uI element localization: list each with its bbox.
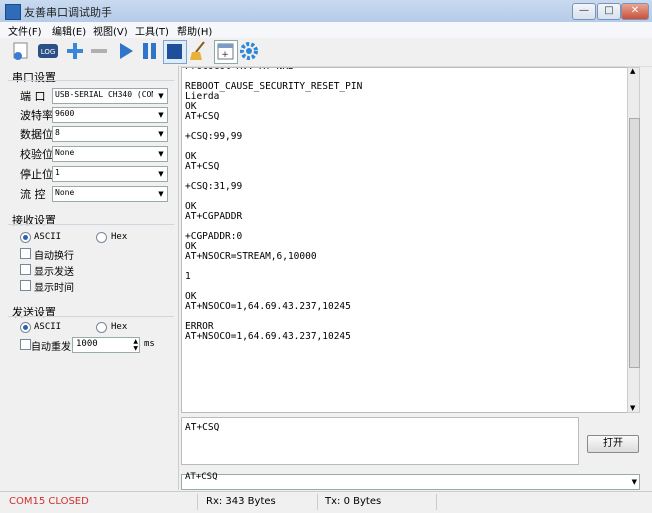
receive-text: Protocol A.: AT-NRB REBOOT_CAUSE_SECURIT…	[185, 68, 363, 342]
resend-unit-label: ms	[144, 339, 155, 349]
window-title: 友善串口调试助手	[24, 6, 112, 19]
show-send-checkbox[interactable]	[20, 264, 31, 275]
parity-select[interactable]: None ▼	[52, 146, 168, 162]
flow-label: 流 控	[20, 188, 46, 201]
play-icon[interactable]	[115, 40, 137, 62]
open-port-button[interactable]: 打开	[587, 435, 639, 453]
close-button[interactable]: ✕	[621, 3, 649, 20]
chevron-down-icon: ▼	[158, 130, 164, 138]
port-label: 端 口	[20, 90, 46, 103]
send-settings-title: 发送设置	[12, 306, 56, 319]
show-time-label: 显示时间	[34, 283, 74, 294]
chevron-down-icon: ▼	[631, 478, 637, 486]
log-icon[interactable]: LOG	[37, 40, 59, 62]
send-hex-label: Hex	[111, 322, 128, 332]
menu-edit[interactable]: 编辑(E)	[52, 23, 86, 38]
baud-value: 9600	[55, 109, 75, 118]
send-text: AT+CSQ	[185, 422, 220, 433]
maximize-button[interactable]: □	[597, 3, 621, 20]
baud-select[interactable]: 9600 ▼	[52, 107, 168, 123]
pause-icon[interactable]	[139, 40, 161, 62]
resend-interval-input[interactable]: 1000 ▲ ▼	[72, 337, 140, 353]
receive-ascii-label: ASCII	[34, 232, 62, 242]
auto-resend-label: 自动重发	[31, 342, 71, 353]
minimize-button[interactable]: —	[572, 3, 596, 20]
new-window-icon[interactable]: +	[214, 40, 238, 64]
receive-ascii-radio[interactable]	[20, 232, 31, 243]
chevron-down-icon: ▼	[158, 190, 164, 198]
rx-count: Rx: 343 Bytes	[206, 496, 276, 507]
send-hex-radio[interactable]	[96, 322, 107, 333]
send-ascii-radio[interactable]	[20, 322, 31, 333]
send-settings-divider	[8, 316, 174, 317]
menu-bar: 文件(F) 编辑(E) 视图(V) 工具(T) 帮助(H)	[0, 22, 652, 38]
serial-settings-divider	[8, 80, 174, 81]
receive-textarea[interactable]: Protocol A.: AT-NRB REBOOT_CAUSE_SECURIT…	[181, 67, 629, 413]
scroll-thumb[interactable]	[629, 118, 640, 368]
receive-settings-title: 接收设置	[12, 214, 56, 227]
command-history-select[interactable]: AT+CSQ ▼	[181, 472, 640, 490]
port-value: USB-SERIAL CH340 (COM15	[55, 90, 153, 99]
flow-value: None	[55, 188, 75, 197]
stop-icon[interactable]	[163, 40, 187, 64]
command-history-value: AT+CSQ	[185, 472, 218, 482]
receive-settings-divider	[8, 224, 174, 225]
menu-view[interactable]: 视图(V)	[93, 23, 128, 38]
port-status: COM15 CLOSED	[9, 496, 89, 507]
stopbits-label: 停止位	[20, 168, 53, 181]
tx-count: Tx: 0 Bytes	[325, 496, 382, 507]
app-icon	[5, 4, 21, 20]
chevron-down-icon: ▼	[158, 170, 164, 178]
stopbits-select[interactable]: 1 ▼	[52, 166, 168, 182]
chevron-down-icon: ▼	[158, 150, 164, 158]
baud-label: 波特率	[20, 109, 53, 122]
flow-select[interactable]: None ▼	[52, 186, 168, 202]
port-select[interactable]: USB-SERIAL CH340 (COM15 ▼	[52, 88, 168, 104]
serial-settings-title: 串口设置	[12, 71, 56, 84]
stopbits-value: 1	[55, 168, 60, 177]
clear-broom-icon[interactable]	[188, 40, 210, 62]
scroll-up-icon[interactable]: ▲	[630, 67, 635, 75]
auto-newline-checkbox[interactable]	[20, 248, 31, 259]
open-settings-icon[interactable]	[10, 40, 32, 62]
receive-scrollbar[interactable]: ▲ ▼	[627, 67, 640, 413]
toolbar: LOG +	[0, 38, 652, 67]
receive-hex-label: Hex	[111, 232, 128, 242]
databits-label: 数据位	[20, 128, 53, 141]
chevron-down-icon: ▼	[158, 92, 164, 100]
spin-arrows-icon[interactable]: ▲ ▼	[133, 338, 138, 352]
title-bar: 友善串口调试助手 — □ ✕	[0, 0, 652, 23]
scroll-down-icon[interactable]: ▼	[630, 404, 635, 412]
send-ascii-label: ASCII	[34, 322, 62, 332]
databits-select[interactable]: 8 ▼	[52, 126, 168, 142]
databits-value: 8	[55, 128, 60, 137]
parity-label: 校验位	[20, 148, 53, 161]
show-send-label: 显示发送	[34, 267, 74, 278]
add-icon[interactable]	[64, 40, 86, 62]
svg-text:+: +	[221, 50, 229, 60]
auto-newline-label: 自动换行	[34, 251, 74, 262]
menu-file[interactable]: 文件(F)	[8, 23, 42, 38]
chevron-down-icon: ▼	[158, 111, 164, 119]
settings-panel: 串口设置 端 口 USB-SERIAL CH340 (COM15 ▼ 波特率 9…	[0, 66, 179, 490]
send-textarea[interactable]: AT+CSQ	[181, 417, 579, 465]
log-icon-label: LOG	[41, 48, 56, 56]
resend-interval-value: 1000	[76, 339, 98, 349]
show-time-checkbox[interactable]	[20, 280, 31, 291]
parity-value: None	[55, 148, 75, 157]
menu-help[interactable]: 帮助(H)	[177, 23, 212, 38]
gear-icon[interactable]	[238, 40, 260, 62]
auto-resend-checkbox[interactable]	[20, 339, 31, 350]
remove-icon[interactable]	[88, 40, 110, 62]
status-bar: COM15 CLOSED Rx: 343 Bytes Tx: 0 Bytes	[0, 491, 652, 513]
receive-hex-radio[interactable]	[96, 232, 107, 243]
menu-tools[interactable]: 工具(T)	[135, 23, 169, 38]
